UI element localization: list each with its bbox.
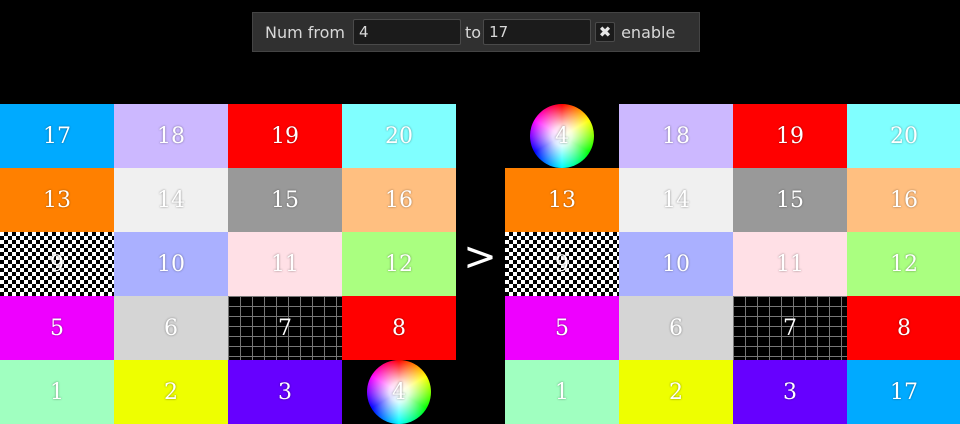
tile-number: 6 bbox=[669, 315, 683, 341]
tile-number: 20 bbox=[385, 123, 413, 149]
left-tile-16[interactable]: 16 bbox=[342, 168, 456, 232]
tile-number: 7 bbox=[278, 315, 292, 341]
right-tile-3[interactable]: 3 bbox=[733, 360, 847, 424]
tile-number: 4 bbox=[555, 123, 569, 149]
right-tile-12[interactable]: 12 bbox=[847, 232, 960, 296]
num-from-input[interactable] bbox=[353, 19, 462, 45]
left-tile-13[interactable]: 13 bbox=[0, 168, 114, 232]
right-tile-5[interactable]: 5 bbox=[505, 296, 619, 360]
to-label: to bbox=[465, 22, 482, 42]
right-tile-20[interactable]: 20 bbox=[847, 104, 960, 168]
right-tile-9[interactable]: 9 bbox=[505, 232, 619, 296]
tile-number: 5 bbox=[555, 315, 569, 341]
right-tile-16[interactable]: 16 bbox=[847, 168, 960, 232]
color-wheel-tile-4-moved[interactable]: 4 bbox=[530, 104, 594, 168]
tile-number: 14 bbox=[157, 187, 185, 213]
left-tile-14[interactable]: 14 bbox=[114, 168, 228, 232]
left-tile-8[interactable]: 8 bbox=[342, 296, 456, 360]
tile-number: 15 bbox=[271, 187, 299, 213]
left-tile-7[interactable]: 7 bbox=[228, 296, 342, 360]
tile-number: 19 bbox=[271, 123, 299, 149]
left-tile-11[interactable]: 11 bbox=[228, 232, 342, 296]
tile-number: 15 bbox=[776, 187, 804, 213]
tile-number: 12 bbox=[385, 251, 413, 277]
tile-number: 3 bbox=[278, 379, 292, 405]
right-tile-7[interactable]: 7 bbox=[733, 296, 847, 360]
right-tile-18[interactable]: 18 bbox=[619, 104, 733, 168]
tile-number: 13 bbox=[43, 187, 71, 213]
tile-number: 12 bbox=[890, 251, 918, 277]
left-tile-1[interactable]: 1 bbox=[0, 360, 114, 424]
tile-number: 20 bbox=[890, 123, 918, 149]
right-tile-10[interactable]: 10 bbox=[619, 232, 733, 296]
right-tile-17[interactable]: 17 bbox=[847, 360, 960, 424]
tile-number: 11 bbox=[271, 251, 299, 277]
left-tile-12[interactable]: 12 bbox=[342, 232, 456, 296]
tile-number: 16 bbox=[890, 187, 918, 213]
num-from-label: Num from bbox=[265, 22, 346, 42]
right-tile-15[interactable]: 15 bbox=[733, 168, 847, 232]
left-tile-6[interactable]: 6 bbox=[114, 296, 228, 360]
tile-number: 10 bbox=[157, 251, 185, 277]
x-mark-icon: ✖ bbox=[598, 22, 612, 41]
tile-number: 17 bbox=[43, 123, 71, 149]
left-tile-20[interactable]: 20 bbox=[342, 104, 456, 168]
tile-number: 14 bbox=[662, 187, 690, 213]
left-tile-18[interactable]: 18 bbox=[114, 104, 228, 168]
tile-number: 2 bbox=[669, 379, 683, 405]
tile-number: 10 bbox=[662, 251, 690, 277]
tile-number: 1 bbox=[50, 379, 64, 405]
right-tile-2[interactable]: 2 bbox=[619, 360, 733, 424]
right-tile-6[interactable]: 6 bbox=[619, 296, 733, 360]
left-tile-4[interactable]: 4 bbox=[342, 360, 456, 424]
left-tile-15[interactable]: 15 bbox=[228, 168, 342, 232]
tile-number: 3 bbox=[783, 379, 797, 405]
tile-number: 1 bbox=[555, 379, 569, 405]
enable-checkbox[interactable]: ✖ bbox=[595, 22, 616, 42]
tile-number: 18 bbox=[157, 123, 185, 149]
right-tile-8[interactable]: 8 bbox=[847, 296, 960, 360]
color-wheel-icon: 4 bbox=[367, 360, 431, 424]
right-tile-13[interactable]: 13 bbox=[505, 168, 619, 232]
left-tile-2[interactable]: 2 bbox=[114, 360, 228, 424]
tile-number: 9 bbox=[555, 251, 569, 277]
right-tile-19[interactable]: 19 bbox=[733, 104, 847, 168]
right-tile-11[interactable]: 11 bbox=[733, 232, 847, 296]
right-tile-14[interactable]: 14 bbox=[619, 168, 733, 232]
right-tile-1[interactable]: 1 bbox=[505, 360, 619, 424]
tile-number: 17 bbox=[890, 379, 918, 405]
tile-number: 7 bbox=[783, 315, 797, 341]
tile-number: 4 bbox=[392, 379, 406, 405]
tile-number: 11 bbox=[776, 251, 804, 277]
tile-number: 13 bbox=[548, 187, 576, 213]
enable-label: enable bbox=[621, 22, 676, 42]
arrow-glyph: > bbox=[463, 234, 497, 280]
tile-number: 8 bbox=[897, 315, 911, 341]
left-tile-17[interactable]: 17 bbox=[0, 104, 114, 168]
tile-number: 6 bbox=[164, 315, 178, 341]
left-tile-5[interactable]: 5 bbox=[0, 296, 114, 360]
tile-number: 5 bbox=[50, 315, 64, 341]
tile-number: 19 bbox=[776, 123, 804, 149]
tile-number: 9 bbox=[50, 251, 64, 277]
range-toolbar: Num from to ✖ enable bbox=[252, 12, 700, 52]
left-tile-19[interactable]: 19 bbox=[228, 104, 342, 168]
left-tile-3[interactable]: 3 bbox=[228, 360, 342, 424]
tile-number: 18 bbox=[662, 123, 690, 149]
tile-number: 8 bbox=[392, 315, 406, 341]
left-tile-9[interactable]: 9 bbox=[0, 232, 114, 296]
tile-number: 16 bbox=[385, 187, 413, 213]
num-to-input[interactable] bbox=[483, 19, 592, 45]
left-tile-10[interactable]: 10 bbox=[114, 232, 228, 296]
tile-number: 2 bbox=[164, 379, 178, 405]
